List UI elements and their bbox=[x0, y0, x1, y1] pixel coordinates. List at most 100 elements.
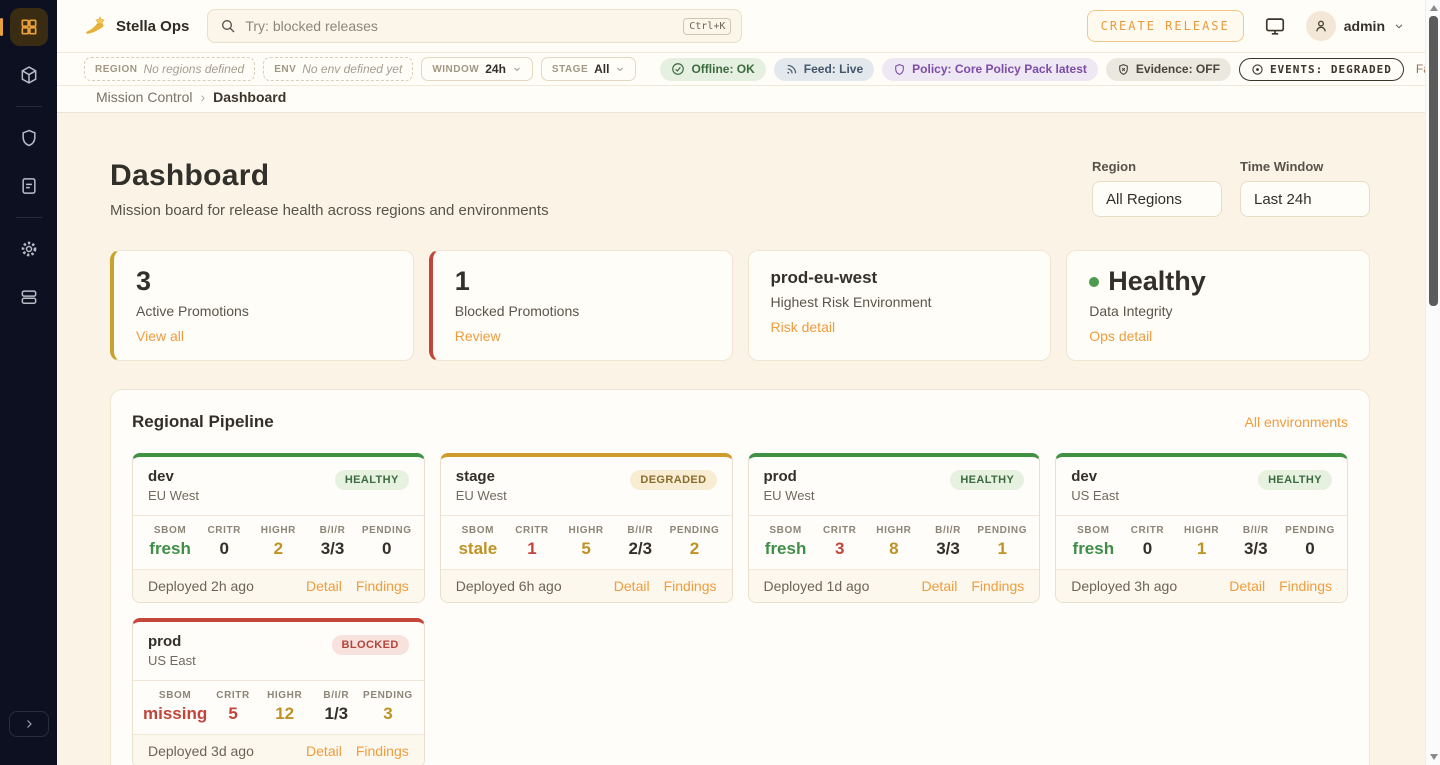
sidebar-item-releases[interactable] bbox=[10, 56, 48, 94]
server-stack-icon bbox=[19, 287, 39, 307]
pipeline-card-prod-eu-west: prod EU West HEALTHY SBOMfresh CRITR3 HI… bbox=[748, 453, 1041, 603]
window-filter-label: WINDOW bbox=[432, 64, 479, 75]
breadcrumb-parent-link[interactable]: Mission Control bbox=[96, 89, 192, 105]
detail-link[interactable]: Detail bbox=[306, 743, 342, 759]
highr-value: 12 bbox=[259, 704, 311, 724]
sidebar-item-documents[interactable] bbox=[10, 167, 48, 205]
highr-value: 8 bbox=[867, 539, 921, 559]
critr-value: 3 bbox=[813, 539, 867, 559]
policy-status-label: Policy: Core Policy Pack latest bbox=[912, 62, 1087, 76]
detail-link[interactable]: Detail bbox=[306, 578, 342, 594]
status-badge: HEALTHY bbox=[950, 470, 1024, 490]
page-scrollbar[interactable] bbox=[1425, 0, 1440, 765]
blocked-promotions-card: 1 Blocked Promotions Review bbox=[429, 250, 733, 361]
region-name: EU West bbox=[456, 488, 507, 503]
record-dot-icon bbox=[1251, 63, 1264, 76]
main-column: Stella Ops Ctrl+K CREATE RELEASE admin bbox=[57, 0, 1425, 765]
check-circle-icon bbox=[671, 62, 685, 76]
env-filter-chip[interactable]: ENV No env defined yet bbox=[263, 57, 413, 81]
region-filter-chip[interactable]: REGION No regions defined bbox=[84, 57, 255, 81]
critr-value: 1 bbox=[505, 539, 559, 559]
deployed-ago: Deployed 3d ago bbox=[148, 743, 254, 759]
all-environments-link[interactable]: All environments bbox=[1245, 414, 1349, 430]
region-select[interactable]: All Regions bbox=[1092, 181, 1222, 217]
active-promotions-label: Active Promotions bbox=[136, 303, 391, 319]
region-select-label: Region bbox=[1092, 159, 1222, 174]
bir-value: 3/3 bbox=[921, 539, 975, 559]
display-monitor-button[interactable] bbox=[1264, 15, 1286, 37]
document-icon bbox=[19, 176, 39, 196]
detail-link[interactable]: Detail bbox=[922, 578, 958, 594]
env-name: prod bbox=[148, 633, 196, 650]
detail-link[interactable]: Detail bbox=[614, 578, 650, 594]
deployed-ago: Deployed 1d ago bbox=[764, 578, 870, 594]
stage-filter-value: All bbox=[594, 62, 609, 76]
create-release-button[interactable]: CREATE RELEASE bbox=[1087, 10, 1244, 42]
region-filter-label: REGION bbox=[95, 64, 137, 75]
highr-label: HIGHR bbox=[251, 525, 305, 536]
critr-value: 0 bbox=[1120, 539, 1174, 559]
window-filter-value: 24h bbox=[485, 62, 506, 76]
sidebar-item-policies[interactable] bbox=[10, 119, 48, 157]
events-status-chip[interactable]: EVENTS: DEGRADED bbox=[1239, 58, 1404, 81]
sidebar-expand-button[interactable] bbox=[9, 711, 49, 737]
sidebar-item-infrastructure[interactable] bbox=[10, 278, 48, 316]
search-icon bbox=[220, 18, 236, 34]
ops-detail-link[interactable]: Ops detail bbox=[1089, 328, 1152, 344]
search-input[interactable] bbox=[245, 18, 674, 34]
avatar bbox=[1306, 11, 1336, 41]
pending-value: 0 bbox=[360, 539, 414, 559]
user-menu[interactable]: admin bbox=[1306, 11, 1405, 41]
sbom-value: fresh bbox=[1066, 539, 1120, 559]
offline-status-chip: Offline: OK bbox=[660, 58, 765, 81]
detail-link[interactable]: Detail bbox=[1229, 578, 1265, 594]
pending-label: PENDING bbox=[667, 525, 721, 536]
time-window-select[interactable]: Last 24h bbox=[1240, 181, 1370, 217]
pipeline-card-grid: dev EU West HEALTHY SBOMfresh CRITR0 HIG… bbox=[132, 453, 1348, 765]
region-name: US East bbox=[148, 653, 196, 668]
chevron-down-icon bbox=[615, 64, 625, 74]
env-name: dev bbox=[1071, 468, 1119, 485]
critr-value: 5 bbox=[207, 704, 259, 724]
view-all-link[interactable]: View all bbox=[136, 328, 184, 344]
chevron-right-icon bbox=[23, 718, 35, 730]
sidebar-item-settings[interactable] bbox=[10, 230, 48, 268]
findings-link[interactable]: Findings bbox=[971, 578, 1024, 594]
findings-link[interactable]: Findings bbox=[664, 578, 717, 594]
highest-risk-card: prod-eu-west Highest Risk Environment Ri… bbox=[748, 250, 1052, 361]
pending-label: PENDING bbox=[1283, 525, 1337, 536]
env-filter-value: No env defined yet bbox=[302, 62, 402, 76]
pipeline-card-prod-us-east: prod US East BLOCKED SBOMmissing CRITR5 … bbox=[132, 618, 425, 765]
stage-filter-chip[interactable]: STAGE All bbox=[541, 57, 637, 81]
findings-link[interactable]: Findings bbox=[1279, 578, 1332, 594]
sidebar-item-dashboard[interactable] bbox=[10, 8, 48, 46]
triangle-down-icon bbox=[1430, 754, 1438, 760]
brand[interactable]: Stella Ops bbox=[84, 15, 189, 37]
scrollbar-thumb[interactable] bbox=[1429, 16, 1438, 306]
bir-value: 2/3 bbox=[613, 539, 667, 559]
bir-label: B/I/R bbox=[311, 690, 363, 701]
pipeline-card-stage-eu-west: stage EU West DEGRADED SBOMstale CRITR1 … bbox=[440, 453, 733, 603]
deployed-ago: Deployed 3h ago bbox=[1071, 578, 1177, 594]
window-filter-chip[interactable]: WINDOW 24h bbox=[421, 57, 533, 81]
findings-link[interactable]: Findings bbox=[356, 743, 409, 759]
region-name: EU West bbox=[764, 488, 815, 503]
username-label: admin bbox=[1344, 18, 1385, 34]
review-link[interactable]: Review bbox=[455, 328, 501, 344]
sbom-value: fresh bbox=[759, 539, 813, 559]
feed-status-chip: Feed: Live bbox=[774, 58, 874, 81]
breadcrumb: Mission Control › Dashboard bbox=[57, 86, 1425, 113]
active-promotions-card: 3 Active Promotions View all bbox=[110, 250, 414, 361]
sidebar-divider bbox=[16, 217, 42, 218]
scrollbar-down-arrow[interactable] bbox=[1426, 749, 1440, 765]
scrollbar-up-arrow[interactable] bbox=[1426, 0, 1440, 16]
pending-value: 0 bbox=[1283, 539, 1337, 559]
findings-link[interactable]: Findings bbox=[356, 578, 409, 594]
pending-value: 3 bbox=[362, 704, 414, 724]
blocked-promotions-label: Blocked Promotions bbox=[455, 303, 710, 319]
pending-label: PENDING bbox=[362, 690, 414, 701]
critr-label: CRITR bbox=[207, 690, 259, 701]
risk-detail-link[interactable]: Risk detail bbox=[771, 319, 836, 335]
highr-label: HIGHR bbox=[867, 525, 921, 536]
status-badge: HEALTHY bbox=[335, 470, 409, 490]
